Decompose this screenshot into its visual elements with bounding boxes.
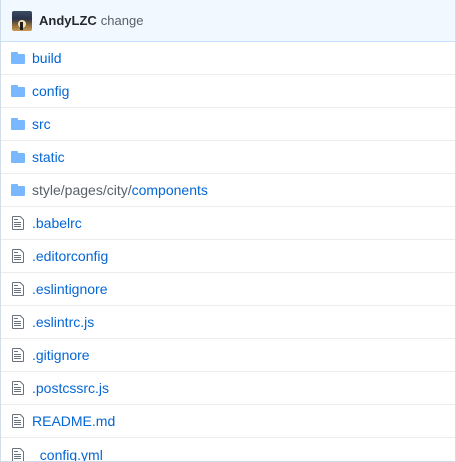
file-name: README.md [32, 413, 115, 429]
file-link[interactable]: .babelrc [32, 215, 82, 231]
folder-row[interactable]: style/pages/city/components [1, 174, 455, 207]
file-icon [11, 447, 25, 461]
file-row[interactable]: README.md [1, 405, 455, 438]
commit-author[interactable]: AndyLZC [39, 13, 97, 28]
file-row[interactable]: .eslintignore [1, 273, 455, 306]
file-row[interactable]: .postcssrc.js [1, 372, 455, 405]
file-link[interactable]: .editorconfig [32, 248, 108, 264]
folder-row[interactable]: build [1, 42, 455, 75]
file-link[interactable]: .postcssrc.js [32, 380, 109, 396]
file-name: .editorconfig [32, 248, 108, 264]
file-link[interactable]: build [32, 50, 62, 66]
file-icon [11, 413, 25, 429]
file-name: .postcssrc.js [32, 380, 109, 396]
file-link[interactable]: .gitignore [32, 347, 90, 363]
folder-row[interactable]: static [1, 141, 455, 174]
file-icon [11, 314, 25, 330]
file-row[interactable]: .babelrc [1, 207, 455, 240]
file-list: build config src static style/pages/city/com… [1, 42, 455, 462]
latest-commit-bar: AndyLZC change [1, 0, 455, 42]
file-link[interactable]: README.md [32, 413, 115, 429]
folder-icon [11, 182, 25, 198]
file-name: build [32, 50, 62, 66]
file-name: .gitignore [32, 347, 90, 363]
file-link[interactable]: .eslintrc.js [32, 314, 94, 330]
file-icon [11, 248, 25, 264]
file-icon [11, 281, 25, 297]
folder-icon [11, 50, 25, 66]
file-name: .eslintrc.js [32, 314, 94, 330]
file-link[interactable]: components [132, 182, 208, 198]
file-row[interactable]: .gitignore [1, 339, 455, 372]
folder-row[interactable]: config [1, 75, 455, 108]
path-prefix[interactable]: style/pages/city/ [32, 182, 132, 198]
file-row[interactable]: .eslintrc.js [1, 306, 455, 339]
file-name: static [32, 149, 65, 165]
file-link[interactable]: static [32, 149, 65, 165]
file-link[interactable]: config [32, 83, 69, 99]
folder-icon [11, 83, 25, 99]
avatar-figure-shape [20, 21, 23, 30]
file-name: _config.yml [32, 447, 103, 462]
avatar[interactable] [12, 10, 32, 31]
file-name: .eslintignore [32, 281, 108, 297]
file-name: src [32, 116, 51, 132]
file-icon [11, 215, 25, 231]
file-browser: AndyLZC change build config src static style… [0, 0, 456, 462]
file-icon [11, 347, 25, 363]
folder-icon [11, 116, 25, 132]
folder-icon [11, 149, 25, 165]
file-icon [11, 380, 25, 396]
file-name: config [32, 83, 69, 99]
file-row[interactable]: _config.yml [1, 438, 455, 462]
file-link[interactable]: .eslintignore [32, 281, 108, 297]
folder-row[interactable]: src [1, 108, 455, 141]
file-name: style/pages/city/components [32, 182, 208, 198]
file-link[interactable]: _config.yml [32, 447, 103, 462]
file-row[interactable]: .editorconfig [1, 240, 455, 273]
file-link[interactable]: src [32, 116, 51, 132]
commit-message[interactable]: change [101, 13, 144, 28]
file-name: .babelrc [32, 215, 82, 231]
